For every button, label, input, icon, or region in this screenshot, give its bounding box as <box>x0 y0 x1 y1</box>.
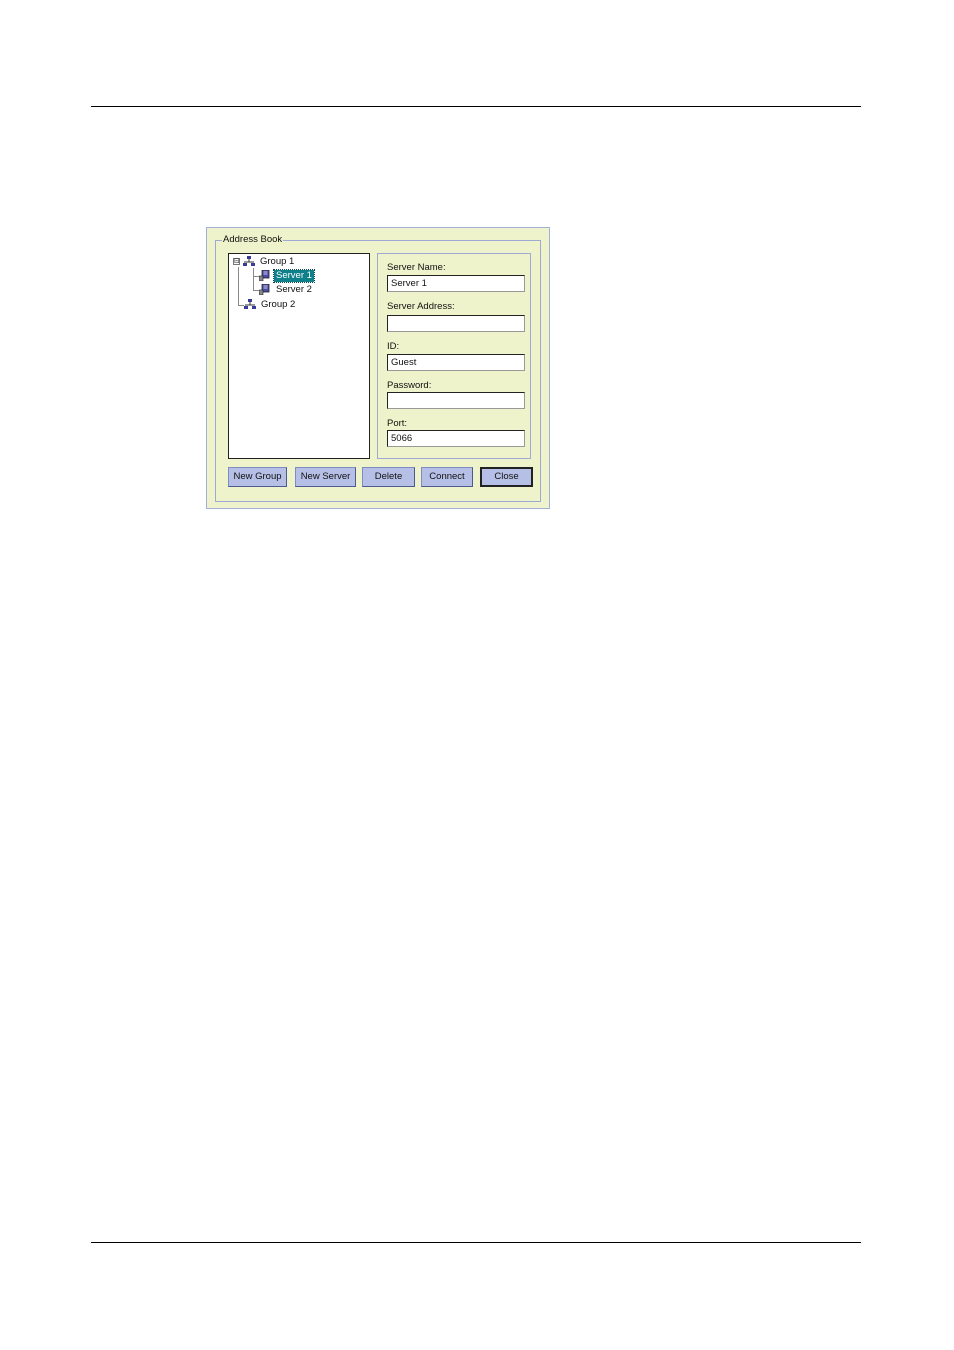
server-icon <box>259 284 270 295</box>
port-field[interactable] <box>387 430 525 447</box>
server-address-field[interactable] <box>387 315 525 332</box>
address-book-title: Address Book <box>222 234 284 246</box>
server-name-label: Server Name: <box>387 262 446 273</box>
new-server-button[interactable]: New Server <box>295 467 356 487</box>
server-icon <box>259 270 270 281</box>
address-book-dialog: Address Book ⊟ Group 1 Server 1 Server 2… <box>206 227 550 509</box>
server-details-panel: Server Name: Server Address: ID: Passwor… <box>377 253 531 459</box>
collapse-toggle-icon[interactable]: ⊟ <box>233 258 240 265</box>
connect-button[interactable]: Connect <box>421 467 473 487</box>
tree-connector-line <box>253 268 254 290</box>
address-tree[interactable]: ⊟ Group 1 Server 1 Server 2 Group 2 <box>228 253 370 459</box>
tree-node-group-2[interactable]: Group 2 <box>244 298 297 311</box>
server-address-label: Server Address: <box>387 301 455 312</box>
page-header-rule <box>91 106 861 107</box>
server-name-field[interactable] <box>387 275 525 292</box>
tree-node-label: Group 1 <box>260 255 295 267</box>
tree-node-label: Group 2 <box>261 298 296 310</box>
network-group-icon <box>244 299 256 309</box>
port-label: Port: <box>387 418 408 429</box>
tree-node-label: Server 1 <box>273 268 315 283</box>
tree-connector-line <box>238 267 239 306</box>
network-group-icon <box>243 256 255 266</box>
new-group-button[interactable]: New Group <box>228 467 287 487</box>
close-button[interactable]: Close <box>480 467 533 487</box>
id-field[interactable] <box>387 354 525 371</box>
id-label: ID: <box>387 341 400 352</box>
tree-node-server-2[interactable]: Server 2 <box>259 283 314 296</box>
tree-node-label: Server 2 <box>276 283 312 295</box>
tree-node-group-1[interactable]: ⊟ Group 1 <box>233 255 296 268</box>
delete-button[interactable]: Delete <box>362 467 415 487</box>
password-label: Password: <box>387 380 432 391</box>
tree-node-server-1[interactable]: Server 1 <box>259 268 315 283</box>
page-footer-rule <box>91 1242 861 1243</box>
password-field[interactable] <box>387 392 525 409</box>
